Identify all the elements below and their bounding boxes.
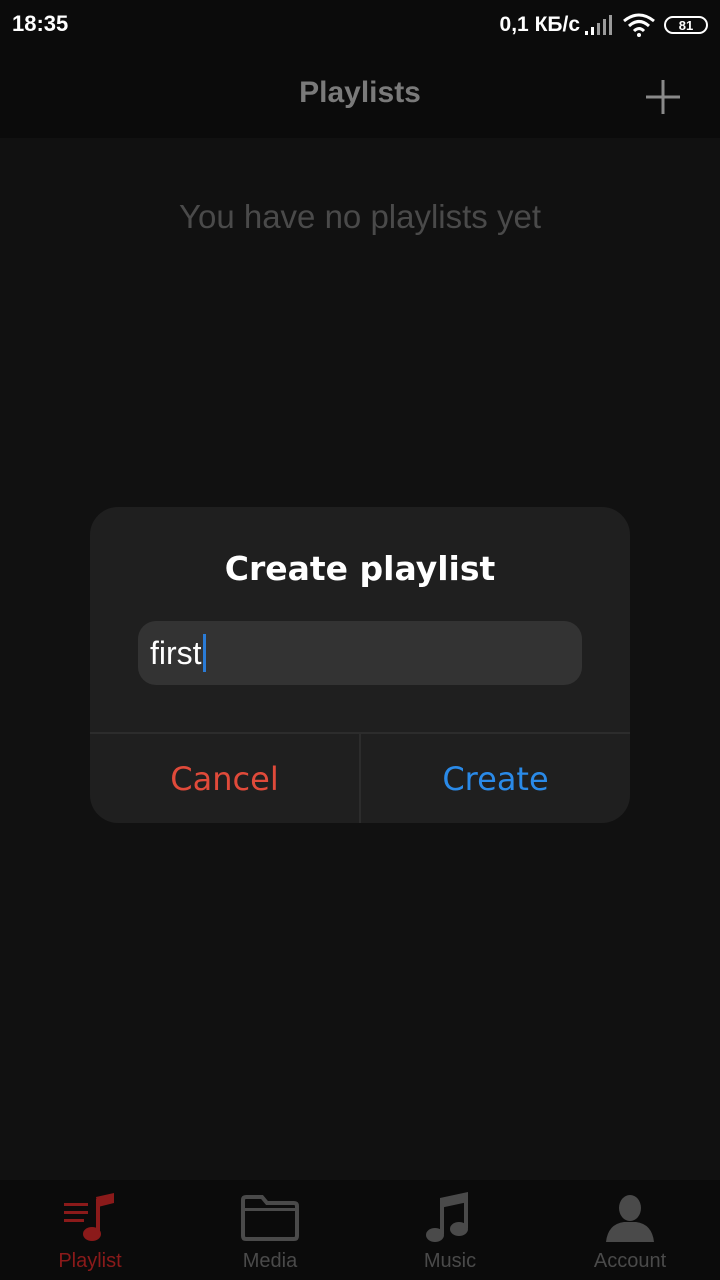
nav-label-media: Media (242, 1250, 298, 1272)
status-indicators: 0,1 КБ/с 81 (500, 10, 708, 40)
network-speed: 0,1 КБ/с (499, 13, 580, 36)
dialog-title: Create playlist (224, 549, 496, 588)
playlist-icon (60, 1192, 120, 1244)
playlist-name-input[interactable]: first (138, 621, 582, 685)
app-header: Playlists (0, 50, 720, 138)
status-time: 18:35 (12, 11, 69, 36)
music-note-icon (420, 1192, 480, 1244)
empty-state-message: You have no playlists yet (178, 198, 542, 235)
nav-item-music[interactable]: Music (360, 1180, 540, 1280)
nav-item-media[interactable]: Media (180, 1180, 360, 1280)
create-button[interactable]: Create (361, 734, 630, 823)
nav-label-music: Music (423, 1250, 477, 1272)
add-playlist-button[interactable] (644, 78, 682, 116)
nav-label-account: Account (593, 1250, 667, 1272)
folder-icon (240, 1192, 300, 1244)
nav-item-playlist[interactable]: Playlist (0, 1180, 180, 1280)
person-icon (600, 1192, 660, 1244)
nav-label-playlist: Playlist (58, 1250, 122, 1272)
signal-icon (585, 15, 612, 35)
wifi-icon (623, 13, 655, 37)
playlist-name-value: first (150, 634, 202, 671)
status-bar: 18:35 0,1 КБ/с 81 (0, 0, 720, 50)
page-title: Playlists (299, 76, 421, 109)
cancel-button[interactable]: Cancel (90, 734, 359, 823)
nav-item-account[interactable]: Account (540, 1180, 720, 1280)
bottom-navigation: Playlist Media Music Account (0, 1180, 720, 1280)
create-playlist-dialog: Create playlist first Cancel Create (90, 507, 630, 823)
battery-icon: 81 (664, 16, 708, 34)
text-cursor (202, 634, 206, 672)
screen: 18:35 0,1 КБ/с 81 Playlists You have no … (0, 0, 720, 1280)
battery-level: 81 (678, 17, 694, 33)
